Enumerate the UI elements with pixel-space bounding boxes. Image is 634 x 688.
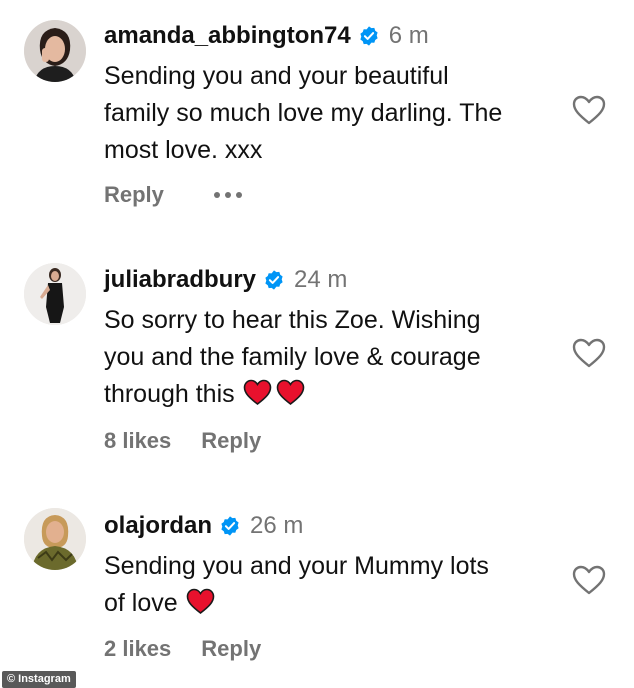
comment-text: Sending you and your Mummy lots of love xyxy=(104,548,564,622)
comment-meta: Reply xyxy=(104,182,242,208)
comment-line: through this xyxy=(104,380,235,408)
comment-time: 6 m xyxy=(388,22,429,49)
reply-button[interactable]: Reply xyxy=(201,636,261,662)
like-button[interactable] xyxy=(571,564,607,596)
reply-button[interactable]: Reply xyxy=(104,182,164,208)
ellipsis-icon[interactable] xyxy=(213,185,242,205)
username[interactable]: olajordan xyxy=(104,512,212,540)
likes-count[interactable]: 8 likes xyxy=(104,428,171,454)
verified-badge-icon xyxy=(219,515,241,537)
comment-meta: 2 likes Reply xyxy=(104,636,261,662)
username[interactable]: juliabradbury xyxy=(104,266,256,294)
username[interactable]: amanda_abbington74 xyxy=(104,22,351,50)
avatar-woman-dark-hair-icon xyxy=(24,20,86,82)
avatar-woman-black-dress-icon xyxy=(24,263,86,325)
avatar[interactable] xyxy=(24,263,86,325)
comment-meta: 8 likes Reply xyxy=(104,428,261,454)
like-button[interactable] xyxy=(571,94,607,126)
instagram-watermark: © Instagram xyxy=(2,671,76,688)
avatar-woman-blonde-icon xyxy=(24,508,86,570)
comment-time: 26 m xyxy=(250,512,304,539)
comment-line: Sending you and your beautiful xyxy=(104,62,449,90)
comment-line: of love xyxy=(104,589,178,617)
heart-outline-icon xyxy=(572,565,606,595)
comment-line: family so much love my darling. The xyxy=(104,99,503,127)
comment-text: So sorry to hear this Zoe. Wishing you a… xyxy=(104,302,564,413)
comment-item: juliabradbury 24 m So sorry to hear this… xyxy=(0,262,634,462)
reply-button[interactable]: Reply xyxy=(201,428,261,454)
comment-text: Sending you and your beautiful family so… xyxy=(104,58,564,169)
likes-count[interactable]: 2 likes xyxy=(104,636,171,662)
verified-badge-icon xyxy=(358,25,380,47)
verified-badge-icon xyxy=(263,269,285,291)
comment-header: olajordan 26 m xyxy=(104,508,303,544)
comment-line: most love. xxx xyxy=(104,136,263,164)
comment-time: 24 m xyxy=(294,266,348,293)
red-heart-icon xyxy=(276,379,305,406)
comment-header: juliabradbury 24 m xyxy=(104,262,347,298)
red-heart-icon xyxy=(243,379,272,406)
avatar[interactable] xyxy=(24,508,86,570)
comment-line: you and the family love & courage xyxy=(104,343,481,371)
like-button[interactable] xyxy=(571,337,607,369)
comment-line-with-emoji: through this xyxy=(104,376,564,413)
red-heart-icon xyxy=(186,588,215,615)
comment-line: So sorry to hear this Zoe. Wishing xyxy=(104,306,481,334)
heart-outline-icon xyxy=(572,338,606,368)
comment-item: amanda_abbington74 6 m Sending you and y… xyxy=(0,18,634,218)
avatar[interactable] xyxy=(24,20,86,82)
comment-line-with-emoji: of love xyxy=(104,585,564,622)
comment-line: Sending you and your Mummy lots xyxy=(104,552,489,580)
comment-header: amanda_abbington74 6 m xyxy=(104,18,429,54)
comment-item: olajordan 26 m Sending you and your Mumm… xyxy=(0,508,634,668)
heart-outline-icon xyxy=(572,95,606,125)
